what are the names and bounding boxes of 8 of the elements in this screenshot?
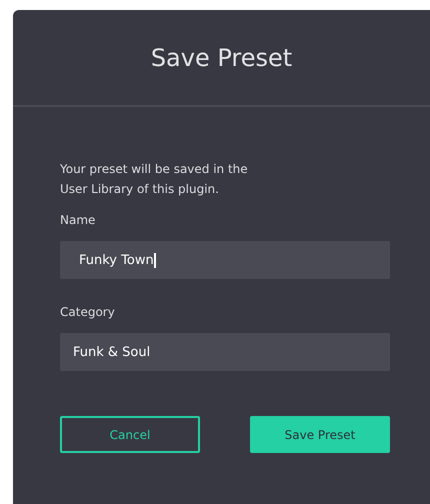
input-field[interactable]: Funky Town — [60, 241, 390, 279]
cancel-button[interactable]: Cancel — [60, 416, 200, 453]
field-label: Name — [60, 213, 96, 227]
field-label: Category — [60, 305, 116, 319]
save-button[interactable]: Save Preset — [250, 416, 390, 453]
dialog-title: Save Preset — [150, 44, 292, 72]
input-field[interactable]: Funk & Soul — [60, 333, 390, 371]
dialog-message: Your preset will be saved in the User Library of this plugin. — [60, 161, 249, 198]
